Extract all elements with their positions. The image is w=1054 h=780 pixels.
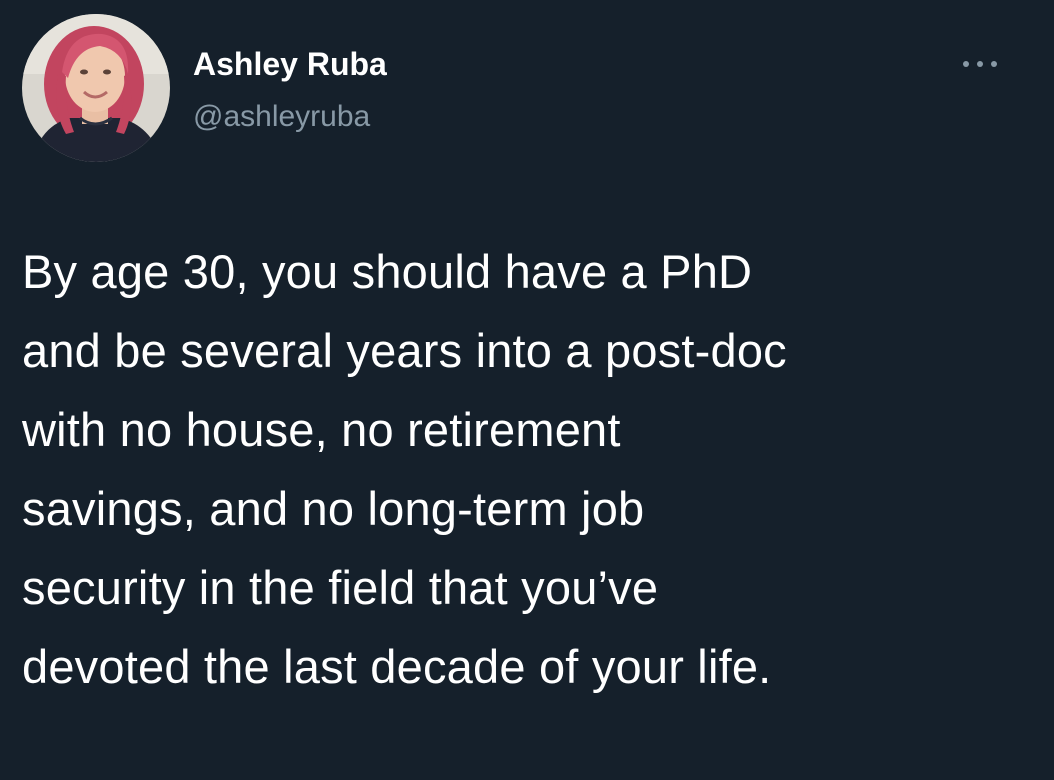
profile-photo: [22, 14, 170, 162]
tweet-text-line: savings, and no long-term job: [22, 482, 645, 535]
author-name[interactable]: Ashley Ruba: [193, 44, 387, 84]
author-handle[interactable]: @ashleyruba: [193, 98, 370, 136]
tweet-text: By age 30, you should have a PhD and be …: [22, 232, 1042, 706]
more-options-button[interactable]: [955, 50, 1005, 78]
tweet-text-line: and be several years into a post-doc: [22, 324, 787, 377]
tweet-text-line: devoted the last decade of your life.: [22, 640, 772, 693]
more-horizontal-icon: [991, 61, 997, 67]
tweet-card: Ashley Ruba @ashleyruba By age 30, you s…: [0, 0, 1054, 780]
tweet-text-line: By age 30, you should have a PhD: [22, 245, 753, 298]
avatar[interactable]: [22, 14, 170, 162]
tweet-text-line: with no house, no retirement: [22, 403, 621, 456]
tweet-text-line: security in the field that you’ve: [22, 561, 659, 614]
more-horizontal-icon: [963, 61, 969, 67]
more-horizontal-icon: [977, 61, 983, 67]
